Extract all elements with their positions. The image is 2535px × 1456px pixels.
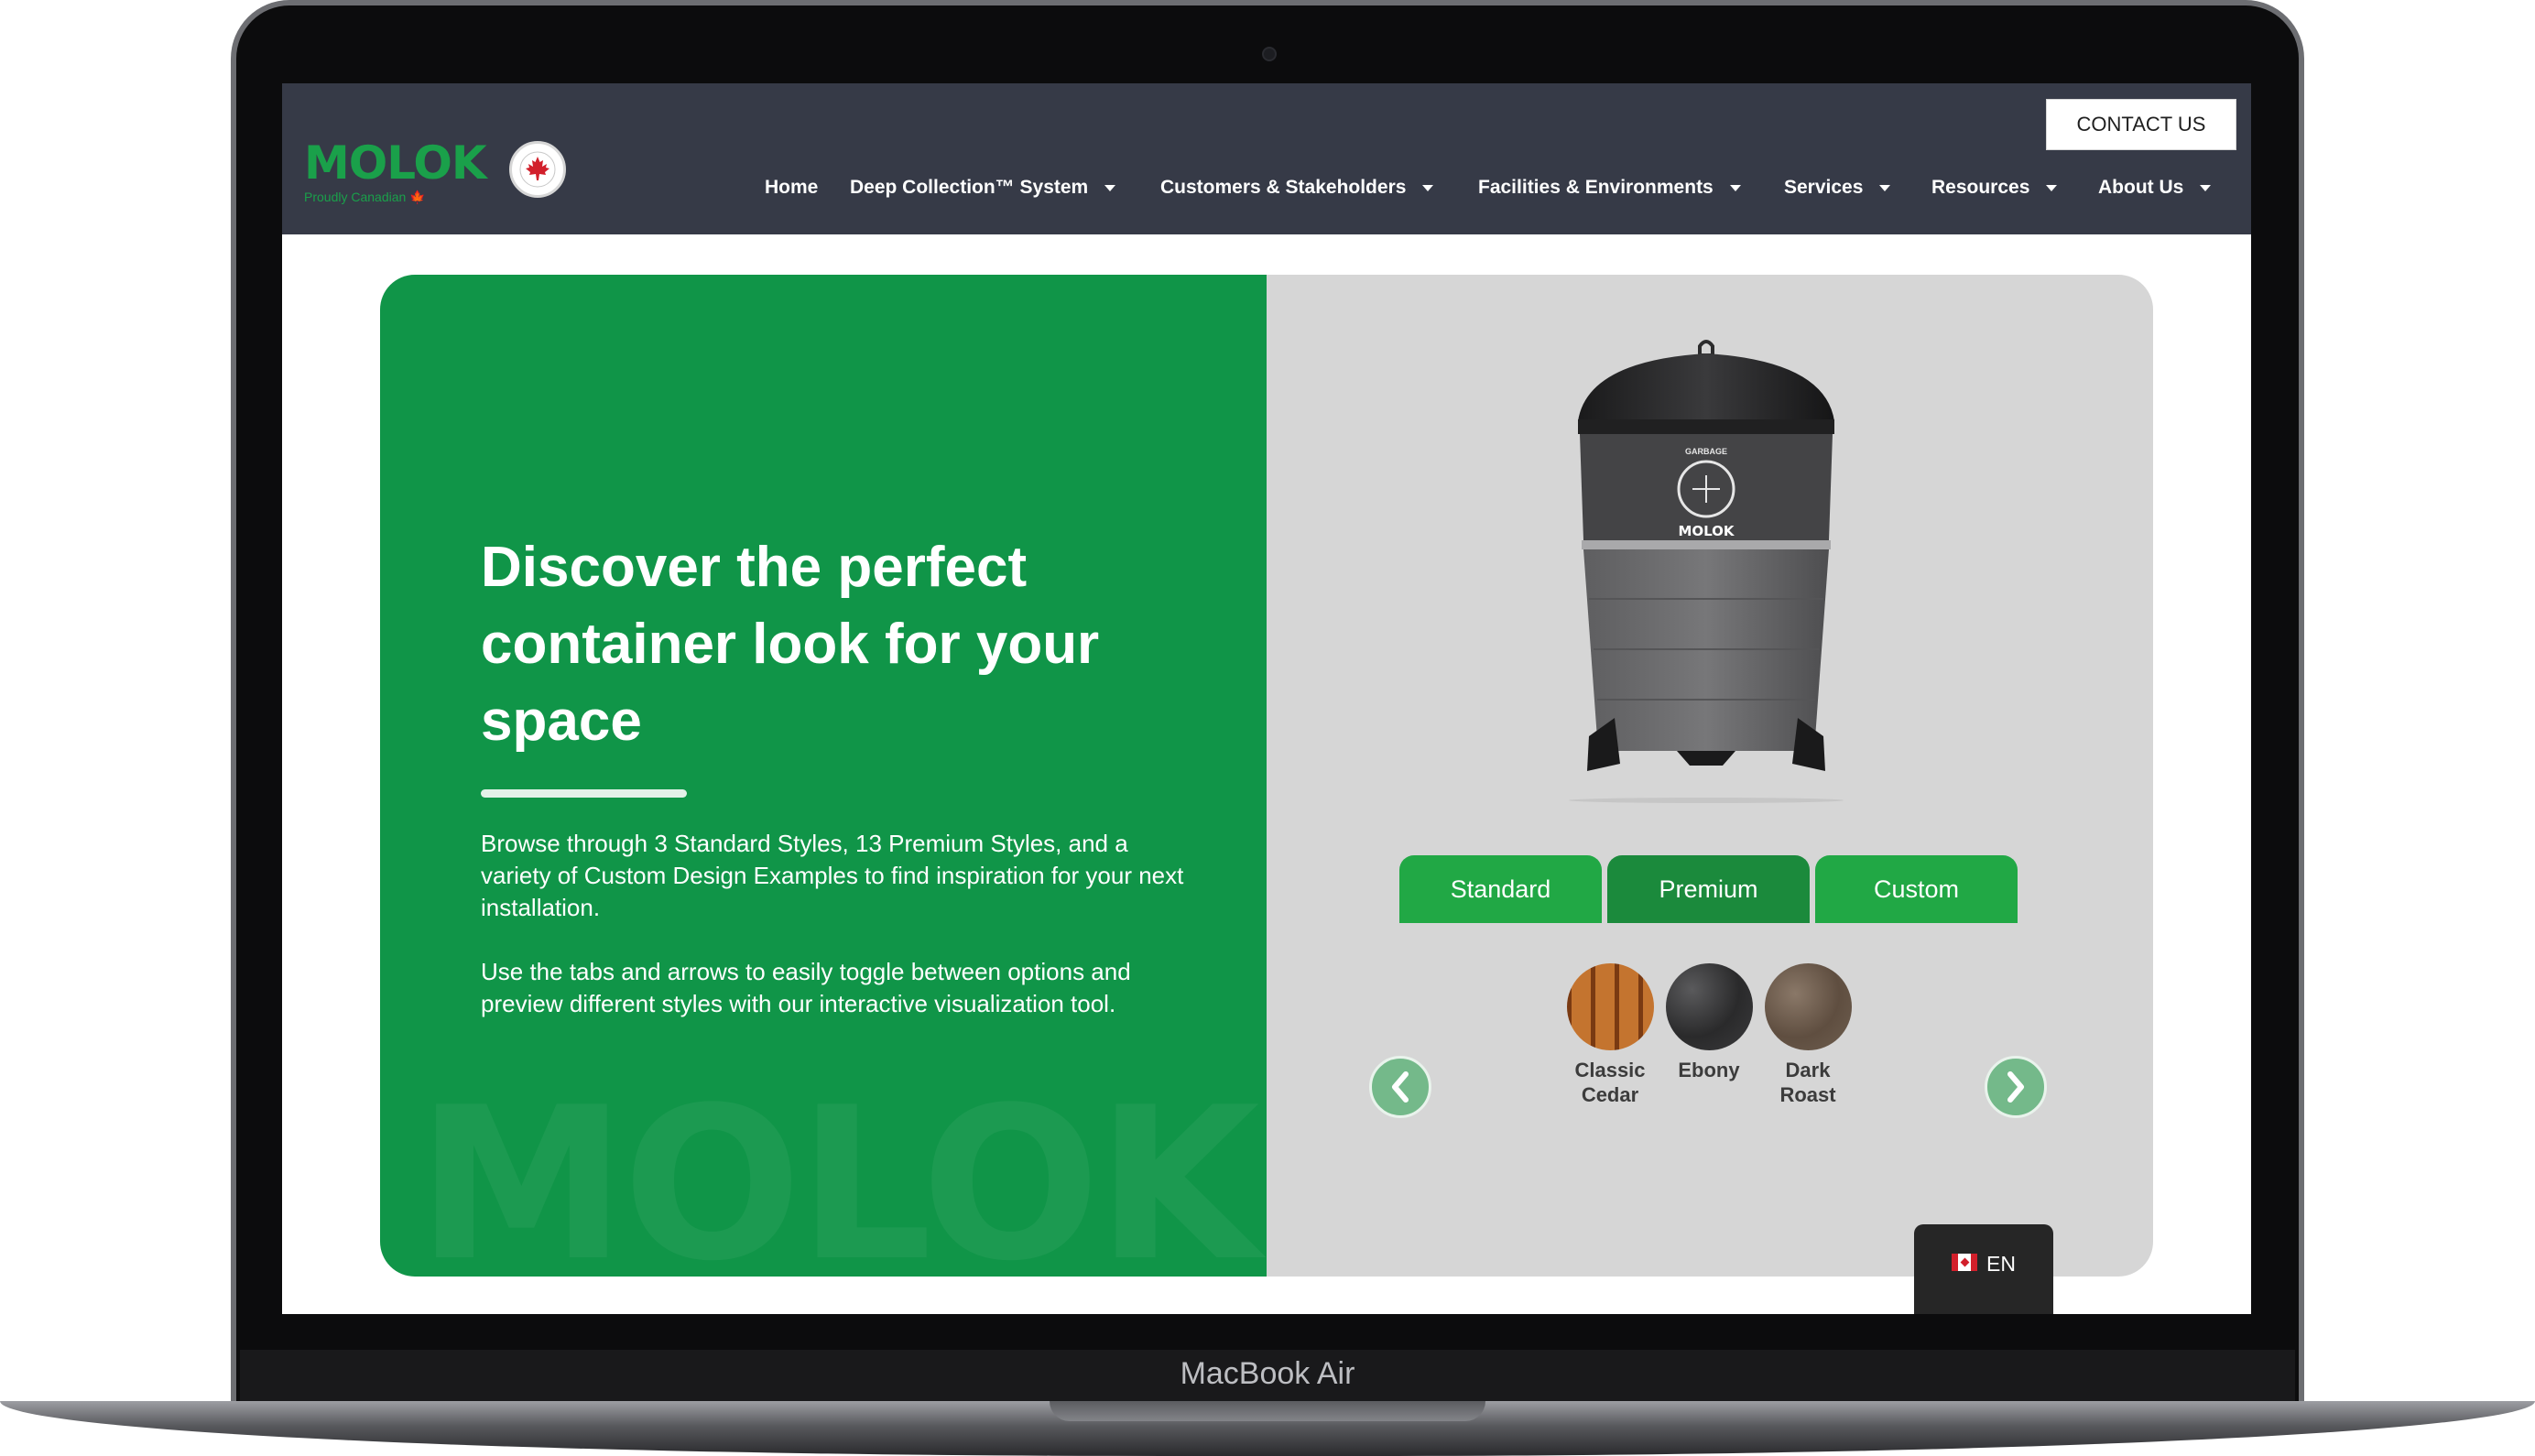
next-arrow-button[interactable] bbox=[1985, 1056, 2047, 1118]
classic-cedar-swatch-icon bbox=[1566, 963, 1654, 1050]
hero-text-panel: MOLOK Discover the perfect container loo… bbox=[380, 275, 1267, 1277]
container-brand-text: MOLOK bbox=[1678, 523, 1735, 539]
maple-leaf-icon: 🍁 bbox=[409, 190, 426, 204]
chevron-down-icon bbox=[1104, 184, 1116, 191]
swatch-ebony[interactable]: Ebony bbox=[1665, 963, 1753, 1107]
browser-viewport: MOLOK Proudly Canadian 🍁 CONTACT US Home… bbox=[282, 83, 2251, 1314]
dark-roast-swatch-icon bbox=[1764, 963, 1852, 1050]
chevron-down-icon bbox=[2046, 184, 2058, 191]
tab-custom[interactable]: Custom bbox=[1815, 855, 2018, 923]
nav-label: Facilities & Environments bbox=[1478, 177, 1714, 198]
nav-label: Resources bbox=[1931, 177, 2030, 198]
nav-label: Services bbox=[1784, 177, 1864, 198]
previous-arrow-button[interactable] bbox=[1369, 1056, 1431, 1118]
language-switcher[interactable]: EN bbox=[1914, 1224, 2053, 1314]
nav-item-services[interactable]: Services bbox=[1784, 177, 1891, 199]
nav-item-resources[interactable]: Resources bbox=[1931, 177, 2058, 199]
style-tabs: Standard Premium Custom bbox=[1399, 855, 2018, 923]
tab-standard[interactable]: Standard bbox=[1399, 855, 1602, 923]
logo-tagline: Proudly Canadian 🍁 bbox=[304, 190, 486, 205]
container-preview-image: GARBAGE MOLOK bbox=[1569, 340, 1844, 803]
chevron-down-icon bbox=[1879, 184, 1891, 191]
nav-item-customers[interactable]: Customers & Stakeholders bbox=[1160, 177, 1434, 199]
chevron-down-icon bbox=[2200, 184, 2212, 191]
logo-wordmark: MOLOK bbox=[304, 136, 487, 190]
swatch-dark-roast[interactable]: Dark Roast bbox=[1764, 963, 1852, 1107]
chevron-down-icon bbox=[1422, 184, 1434, 191]
nav-label: Customers & Stakeholders bbox=[1160, 177, 1407, 198]
swatch-label: Ebony bbox=[1678, 1059, 1740, 1081]
visualizer-panel: GARBAGE MOLOK Standard Premium Custom Cl… bbox=[1267, 275, 2153, 1277]
tab-premium[interactable]: Premium bbox=[1607, 855, 1810, 923]
site-header: MOLOK Proudly Canadian 🍁 CONTACT US Home… bbox=[282, 83, 2251, 234]
hero-paragraph-1: Browse through 3 Standard Styles, 13 Pre… bbox=[481, 830, 1184, 921]
hero-paragraph-2: Use the tabs and arrows to easily toggle… bbox=[481, 958, 1131, 1017]
laptop-hinge-notch bbox=[1050, 1401, 1485, 1421]
nav-label: Deep Collection™ System bbox=[850, 177, 1089, 198]
canadian-badge-icon bbox=[509, 141, 566, 198]
swatch-classic-cedar[interactable]: Classic Cedar bbox=[1566, 963, 1654, 1107]
swatch-label: Classic Cedar bbox=[1574, 1059, 1646, 1106]
nav-item-deep-collection[interactable]: Deep Collection™ System bbox=[850, 177, 1116, 199]
contact-us-button[interactable]: CONTACT US bbox=[2046, 99, 2236, 150]
title-underline bbox=[481, 789, 687, 798]
ebony-swatch-icon bbox=[1665, 963, 1753, 1050]
swatch-label: Dark Roast bbox=[1779, 1059, 1836, 1106]
container-label-text: GARBAGE bbox=[1685, 447, 1727, 456]
nav-label: Home bbox=[765, 177, 819, 198]
chevron-left-icon bbox=[1392, 1071, 1409, 1103]
device-model-label: MacBook Air bbox=[1180, 1356, 1355, 1391]
logo-tagline-text: Proudly Canadian bbox=[304, 190, 407, 204]
chevron-right-icon bbox=[2007, 1071, 2024, 1103]
canada-flag-icon bbox=[1952, 1254, 1978, 1271]
nav-label: About Us bbox=[2098, 177, 2184, 198]
nav-item-about[interactable]: About Us bbox=[2098, 177, 2212, 199]
nav-item-facilities[interactable]: Facilities & Environments bbox=[1478, 177, 1741, 199]
swatch-list: Classic Cedar Ebony Dark Roast bbox=[1566, 963, 1852, 1107]
language-code: EN bbox=[1986, 1252, 2016, 1276]
molok-logo[interactable]: MOLOK Proudly Canadian 🍁 bbox=[304, 136, 487, 205]
hero-title: Discover the perfect container look for … bbox=[481, 536, 1100, 753]
chevron-down-icon bbox=[1729, 184, 1741, 191]
nav-item-home[interactable]: Home bbox=[765, 177, 818, 199]
camera bbox=[1262, 47, 1277, 61]
molok-watermark: MOLOK bbox=[417, 1063, 1260, 1277]
